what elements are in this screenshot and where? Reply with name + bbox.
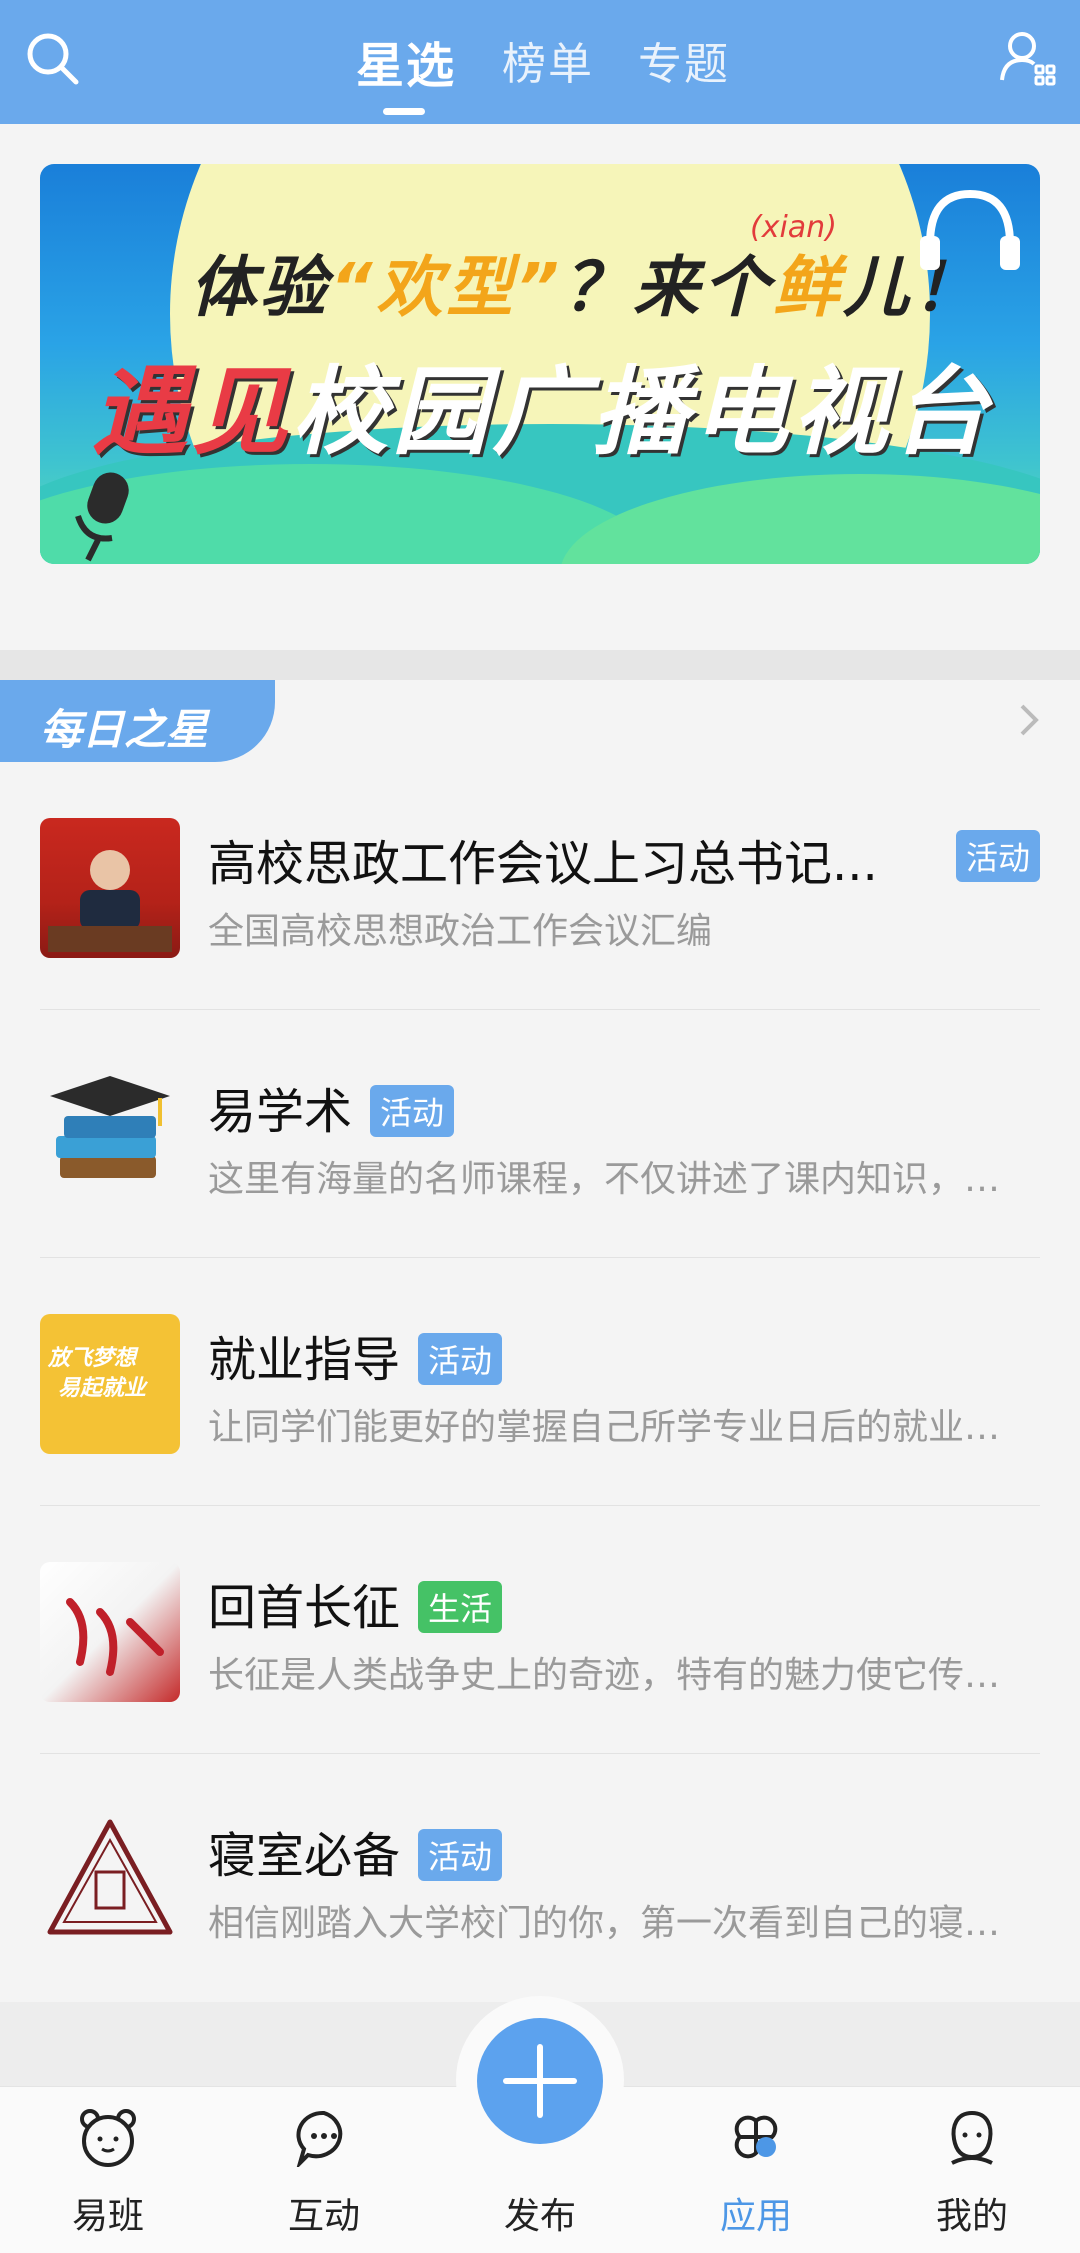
banner-line1: 体验“欢型”？来个鲜儿！ [190,234,983,330]
item-title: 易学术 活动 [208,1072,455,1142]
headphone-icon [920,189,1020,270]
nav-yiban[interactable]: 易班 [0,2087,216,2253]
item-thumbnail [40,818,180,958]
nav-label: 互动 [287,2196,360,2237]
banner-text: 校园广播电视台 [292,356,992,468]
item-subtitle: 长征是人类战争史上的奇迹，特有的魅力使它传颂至今 [208,1655,1028,1696]
nav-wode[interactable]: 我的 [864,2087,1080,2253]
tab-xingxuan[interactable]: 星选 [356,26,456,96]
item-title-text: 回首长征 [208,1580,401,1636]
section-title: 每日之星 [40,705,209,754]
apps-icon [734,2115,778,2159]
nav-yingyong[interactable]: 应用 [648,2087,864,2253]
item-subtitle: 让同学们能更好的掌握自己所学专业日后的就业方向与技能 [208,1407,1028,1448]
banner-text: ？来个 [563,249,774,326]
section-header[interactable]: 每日之星 [0,680,1080,762]
active-tab-indicator [383,108,425,115]
item-subtitle: 相信刚踏入大学校门的你，第一次看到自己的寝室时会... [208,1903,1028,1944]
plus-icon [503,2044,577,2118]
list-item[interactable]: 易学术活动 这里有海量的名师课程，不仅讲述了课内知识，还有课外拓展 [0,1010,1080,1258]
section-tag: 每日之星 [0,680,275,762]
item-subtitle: 全国高校思想政治工作会议汇编 [208,911,713,952]
nav-label: 我的 [935,2196,1008,2237]
bear-icon [80,2109,136,2167]
chevron-right-icon[interactable] [1018,702,1040,738]
nav-label: 易班 [71,2196,144,2237]
item-subtitle: 这里有海量的名师课程，不仅讲述了课内知识，还有课外拓展 [208,1159,1028,1200]
banner-text: 遇见 [92,356,292,468]
item-badge: 活动 [418,1333,503,1385]
item-title-text: 寝室必备 [208,1828,401,1884]
chat-bubble-icon [296,2110,343,2167]
thumb-text: 放飞梦想 [48,1346,137,1371]
top-tabs: 星选 榜单 专题 [0,0,1080,124]
list-item[interactable]: 高校思政工作会议上习总书记... 活动 全国高校思想政治工作会议汇编 [0,762,1080,1010]
nav-label: 应用 [719,2196,792,2237]
item-thumbnail [40,1562,180,1702]
banner-text: 鲜 [773,249,844,326]
nav-hudong[interactable]: 互动 [216,2087,432,2253]
person-icon [951,2110,993,2165]
item-title: 高校思政工作会议上习总书记... [208,836,878,892]
profile-settings-icon[interactable] [996,26,1058,88]
banner-text: 体验 [190,249,330,326]
item-title: 寝室必备 活动 [208,1816,503,1886]
item-title: 就业指导 活动 [208,1320,503,1390]
publish-button[interactable] [477,2018,603,2144]
nav-label: 发布 [503,2196,576,2237]
list-item[interactable]: 放飞梦想 易起就业 就业指导活动 让同学们能更好的掌握自己所学专业日后的就业方向… [0,1258,1080,1506]
item-thumbnail [40,1066,180,1206]
promo-banner[interactable]: (xian) 体验“欢型”？来个鲜儿！ 遇见校园广播电视台 [40,164,1040,564]
item-thumbnail: 放飞梦想 易起就业 [40,1314,180,1454]
daily-star-list: 高校思政工作会议上习总书记... 活动 全国高校思想政治工作会议汇编 易学术 活动… [0,762,1080,2002]
section-separator [0,650,1080,680]
tab-bangdan[interactable]: 榜单 [502,28,594,92]
microphone-icon [75,472,129,562]
thumb-text: 易起就业 [58,1376,147,1401]
item-title-text: 易学术 [208,1084,353,1140]
item-thumbnail [40,1810,180,1950]
item-title-text: 就业指导 [208,1332,401,1388]
item-badge: 活动 [418,1829,503,1881]
tab-zhuanti[interactable]: 专题 [638,28,730,92]
top-bar: 星选 榜单 专题 [0,0,1080,124]
item-badge: 生活 [418,1581,503,1633]
banner-line2: 遇见校园广播电视台 [92,334,992,473]
item-title: 回首长征 生活 [208,1568,503,1638]
banner-area: (xian) 体验“欢型”？来个鲜儿！ 遇见校园广播电视台 [0,124,1080,650]
item-badge: 活动 [370,1085,455,1137]
list-item[interactable]: 寝室必备 活动 相信刚踏入大学校门的你，第一次看到自己的寝室时会... [0,1754,1080,2002]
list-item[interactable]: 回首长征 生活 长征是人类战争史上的奇迹，特有的魅力使它传颂至今 [0,1506,1080,1754]
item-badge: 活动 [955,830,1040,882]
banner-text: “欢型” [330,249,564,326]
